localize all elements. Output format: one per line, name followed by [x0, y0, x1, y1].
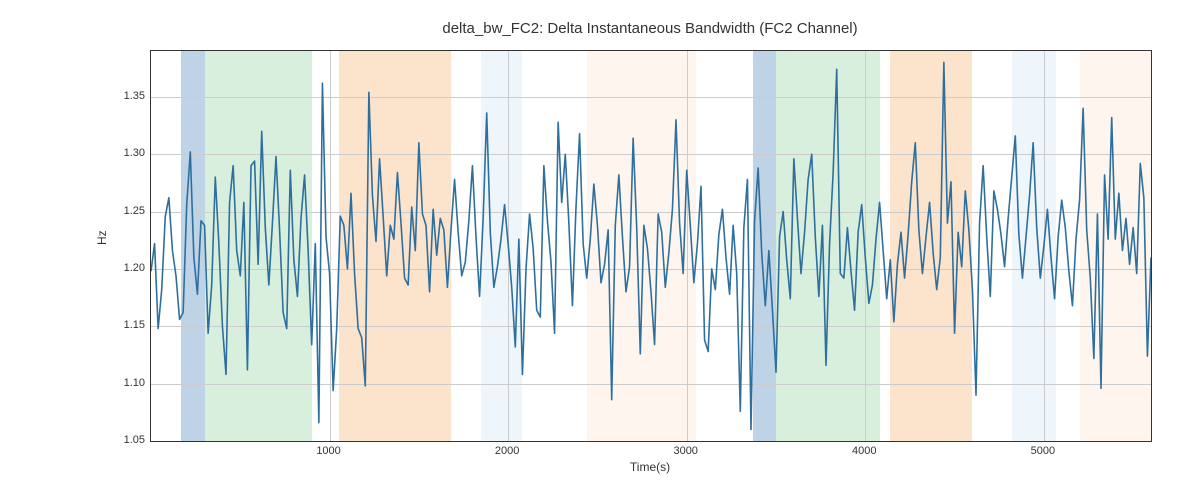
- x-tick-label: 2000: [477, 445, 537, 457]
- x-tick-label: 4000: [834, 445, 894, 457]
- plot-area: [150, 50, 1152, 442]
- line-svg: [151, 51, 1151, 441]
- y-tick-label: 1.25: [95, 205, 145, 217]
- y-axis-label: Hz: [95, 230, 109, 245]
- x-tick-label: 5000: [1013, 445, 1073, 457]
- y-tick-label: 1.15: [95, 319, 145, 331]
- x-axis-label: Time(s): [150, 460, 1150, 474]
- x-tick-label: 1000: [299, 445, 359, 457]
- chart-title: delta_bw_FC2: Delta Instantaneous Bandwi…: [150, 20, 1150, 37]
- y-tick-label: 1.10: [95, 377, 145, 389]
- data-line: [151, 62, 1151, 429]
- y-tick-label: 1.20: [95, 262, 145, 274]
- y-tick-label: 1.35: [95, 90, 145, 102]
- chart-container: [150, 50, 1150, 440]
- grid-line-h: [151, 441, 1151, 442]
- y-tick-label: 1.05: [95, 434, 145, 446]
- x-tick-label: 3000: [656, 445, 716, 457]
- y-tick-label: 1.30: [95, 147, 145, 159]
